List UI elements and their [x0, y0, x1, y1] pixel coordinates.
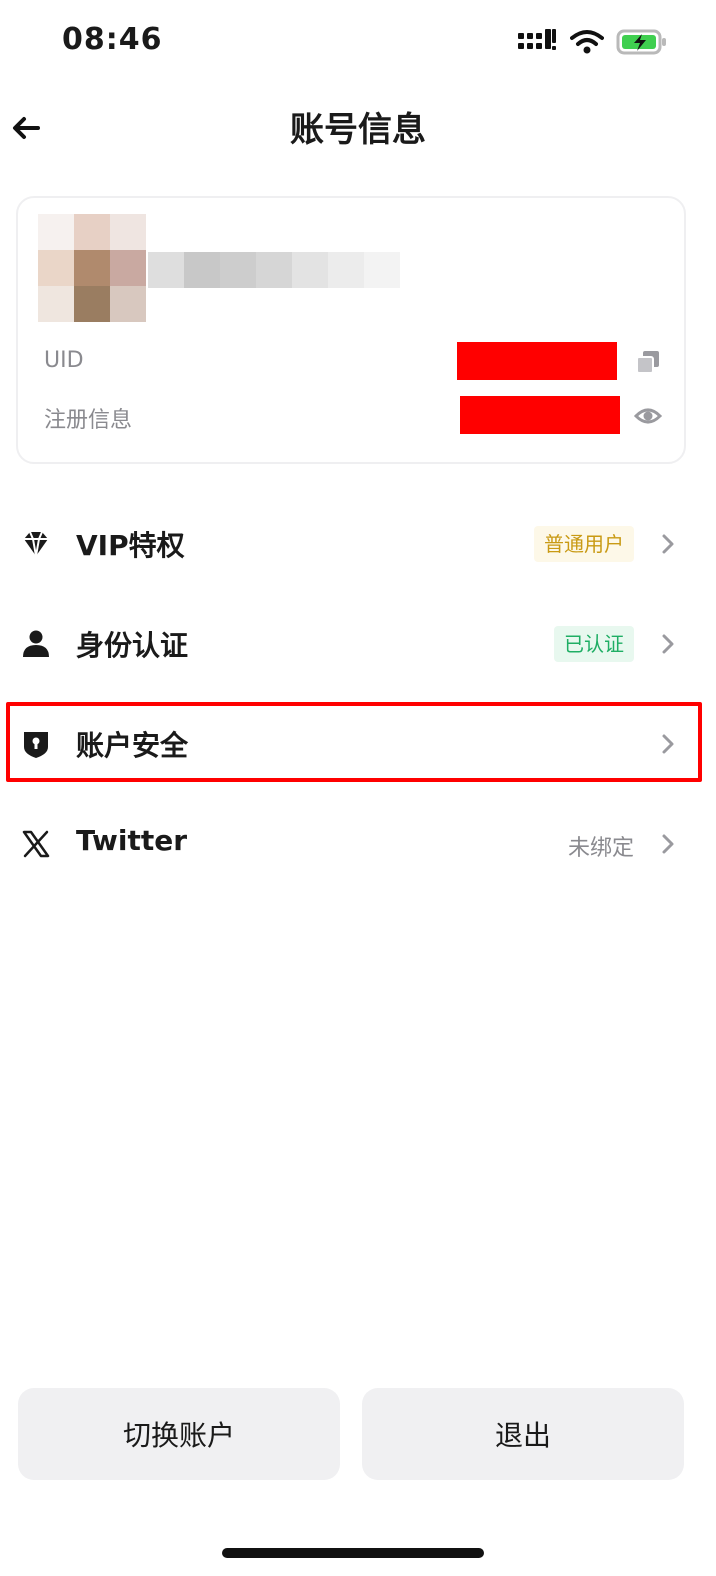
user-icon: [23, 630, 49, 657]
chevron-right-icon: [662, 634, 674, 654]
cellular-signal-icon: [518, 29, 556, 50]
status-badge: 普通用户: [534, 526, 634, 562]
bottom-actions: 切换账户 退出: [0, 1388, 716, 1484]
wifi-icon: [570, 30, 604, 54]
status-badge: 已认证: [554, 626, 634, 662]
chevron-right-icon: [662, 534, 674, 554]
avatar: [38, 214, 146, 322]
page-title: 账号信息: [290, 110, 426, 150]
menu-item-security[interactable]: 账户安全: [0, 694, 716, 794]
status-text: 未绑定: [567, 836, 634, 861]
menu-item-twitter[interactable]: Twitter 未绑定: [0, 794, 716, 894]
uid-row: UID: [44, 342, 664, 386]
battery-charging-icon: [616, 29, 666, 55]
menu-item-label: 账户安全: [76, 729, 189, 762]
uid-label: UID: [44, 348, 84, 373]
menu-item-label: VIP特权: [76, 529, 185, 562]
diamond-icon: [24, 531, 48, 557]
menu-item-label: 身份认证: [76, 629, 189, 662]
uid-value-redacted: [457, 342, 617, 380]
home-indicator[interactable]: [222, 1548, 484, 1558]
menu-item-label: Twitter: [76, 824, 188, 857]
username-blurred: [148, 252, 400, 288]
x-logo-icon: [22, 830, 50, 858]
status-icons: [518, 28, 668, 56]
profile-card: UID 注册信息: [16, 196, 686, 464]
chevron-right-icon: [662, 834, 674, 854]
menu-item-identity[interactable]: 身份认证 已认证: [0, 594, 716, 694]
copy-icon[interactable]: [634, 348, 662, 376]
switch-account-button[interactable]: 切换账户: [18, 1388, 340, 1480]
registration-row: 注册信息: [44, 396, 664, 440]
chevron-right-icon: [662, 734, 674, 754]
menu-item-vip[interactable]: VIP特权 普通用户: [0, 494, 716, 594]
status-time: 08:46: [62, 22, 163, 57]
logout-button[interactable]: 退出: [362, 1388, 684, 1480]
registration-label: 注册信息: [44, 408, 133, 433]
registration-value-redacted: [460, 396, 620, 434]
nav-bar: 账号信息: [0, 92, 716, 162]
status-bar: 08:46: [0, 0, 716, 92]
shield-lock-icon: [24, 732, 48, 758]
eye-icon[interactable]: [634, 402, 662, 430]
